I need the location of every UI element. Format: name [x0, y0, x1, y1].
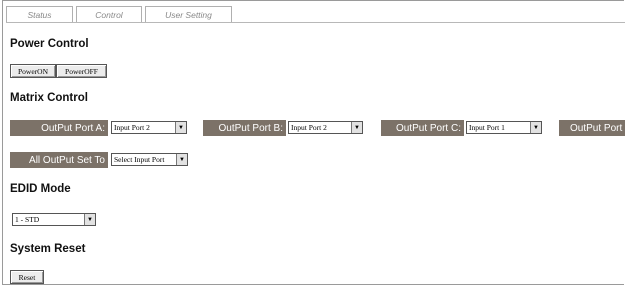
output-port-a-value: Input Port 2	[114, 123, 150, 132]
output-port-a-label: OutPut Port A:	[10, 120, 108, 136]
chevron-down-icon[interactable]: ▼	[84, 214, 95, 225]
tab-status[interactable]: Status	[6, 6, 73, 23]
power-off-button[interactable]: PowerOFF	[56, 64, 107, 78]
power-on-button[interactable]: PowerON	[10, 64, 56, 78]
chevron-down-icon[interactable]: ▼	[351, 122, 362, 133]
reset-button[interactable]: Reset	[10, 270, 44, 284]
tab-control[interactable]: Control	[76, 6, 142, 23]
output-port-b-select[interactable]: Input Port 2 ▼	[288, 121, 363, 134]
edid-mode-value: 1 - STD	[15, 215, 40, 224]
chevron-down-icon[interactable]: ▼	[530, 122, 541, 133]
chevron-down-icon[interactable]: ▼	[175, 122, 186, 133]
edid-mode-heading: EDID Mode	[10, 183, 71, 195]
output-port-a-select[interactable]: Input Port 2 ▼	[111, 121, 187, 134]
output-port-b-value: Input Port 2	[291, 123, 327, 132]
all-output-select[interactable]: Select Input Port ▼	[111, 153, 188, 166]
content-frame	[2, 0, 624, 285]
power-control-heading: Power Control	[10, 38, 89, 50]
output-port-d-label: OutPut Port	[559, 120, 625, 136]
chevron-down-icon[interactable]: ▼	[176, 154, 187, 165]
edid-mode-select[interactable]: 1 - STD ▼	[12, 213, 96, 226]
output-port-c-label: OutPut Port C:	[381, 120, 464, 136]
matrix-control-heading: Matrix Control	[10, 92, 88, 104]
system-reset-heading: System Reset	[10, 243, 86, 255]
tab-divider	[6, 22, 625, 23]
all-output-label: All OutPut Set To	[10, 152, 108, 168]
output-port-b-label: OutPut Port B:	[203, 120, 286, 136]
tab-bar: Status Control User Setting	[6, 6, 235, 23]
output-port-c-select[interactable]: Input Port 1 ▼	[466, 121, 542, 134]
all-output-value: Select Input Port	[114, 155, 165, 164]
output-port-c-value: Input Port 1	[469, 123, 505, 132]
tab-user-setting[interactable]: User Setting	[145, 6, 232, 23]
